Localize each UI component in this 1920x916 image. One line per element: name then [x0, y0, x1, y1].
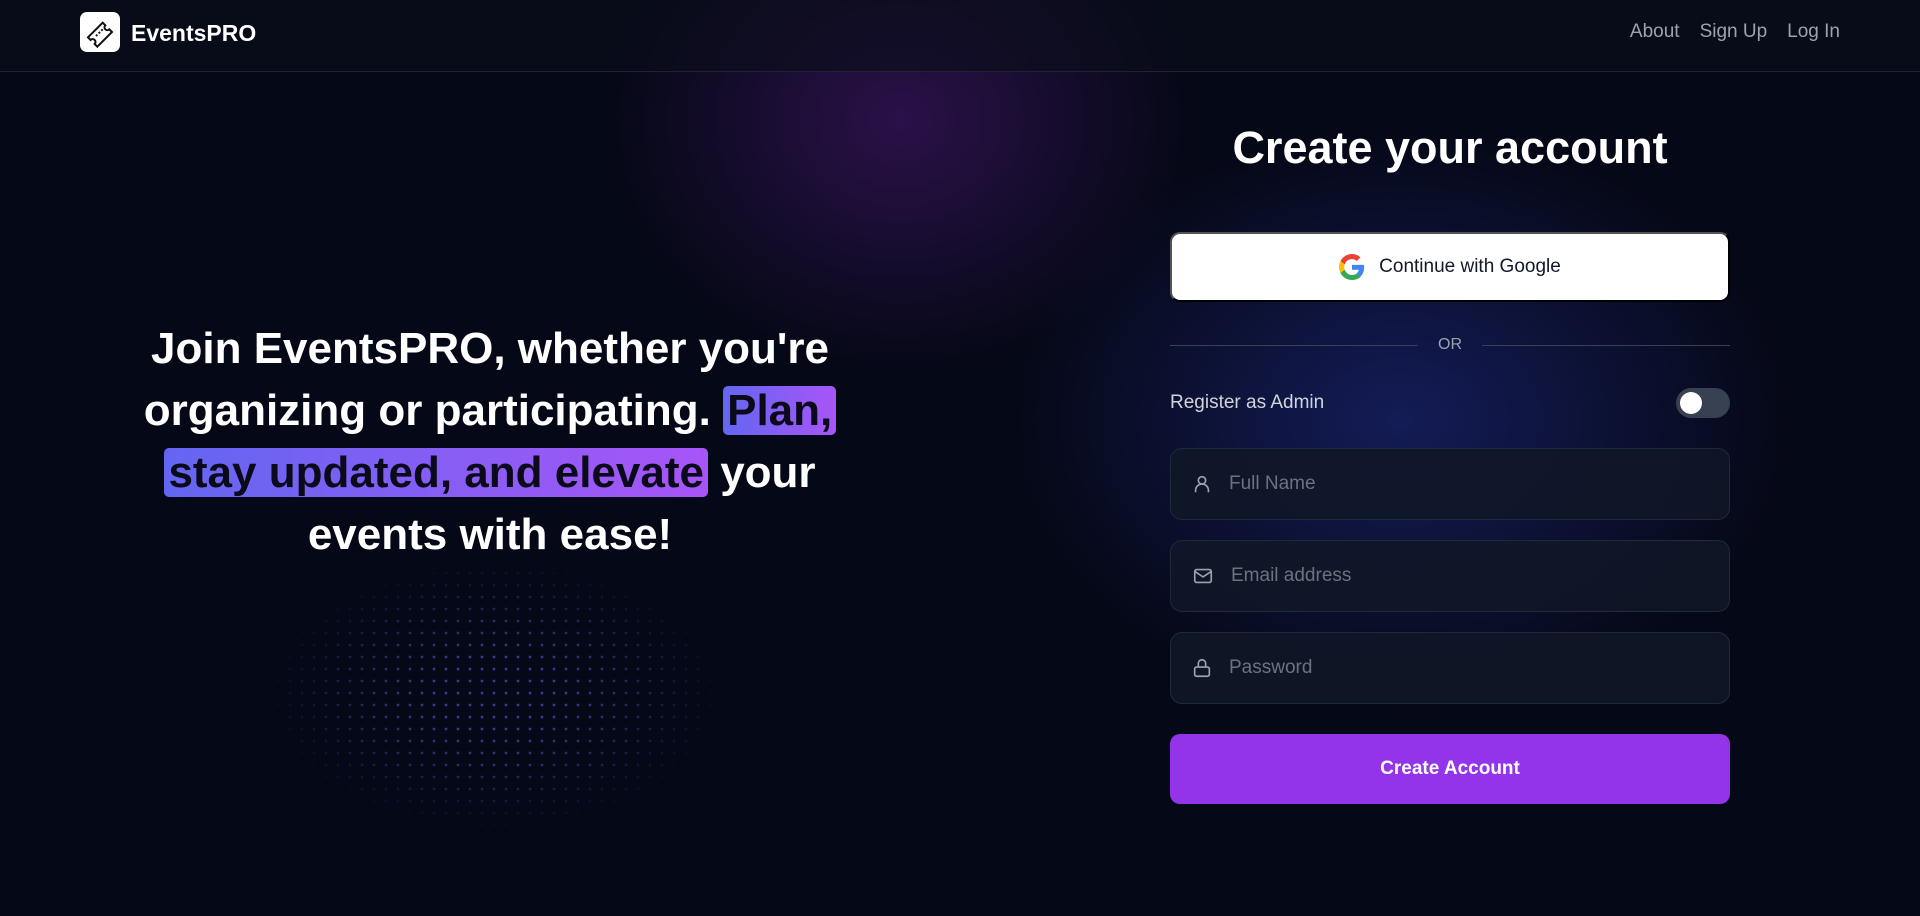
google-button-label: Continue with Google	[1379, 256, 1561, 277]
dot-grid-decoration	[260, 555, 730, 835]
ticket-logo-icon[interactable]	[80, 12, 120, 52]
register-admin-toggle[interactable]	[1676, 388, 1730, 418]
top-nav: EventsPRO About Sign Up Log In	[0, 0, 1920, 72]
email-input[interactable]	[1231, 565, 1711, 587]
or-divider: OR	[1170, 336, 1730, 354]
password-field	[1170, 632, 1730, 704]
google-signin-button[interactable]: Continue with Google	[1170, 232, 1730, 302]
register-admin-label: Register as Admin	[1170, 392, 1325, 413]
google-icon	[1339, 254, 1365, 280]
brand-name[interactable]: EventsPRO	[131, 20, 256, 47]
nav-about-link[interactable]: About	[1630, 21, 1680, 43]
lock-icon	[1193, 658, 1211, 678]
nav-login-link[interactable]: Log In	[1787, 21, 1840, 43]
full-name-field	[1170, 448, 1730, 520]
hero-headline: Join EventsPRO, whether you're organizin…	[120, 318, 860, 566]
email-field	[1170, 540, 1730, 612]
mail-icon	[1193, 568, 1213, 584]
user-icon	[1194, 475, 1210, 493]
full-name-input[interactable]	[1229, 473, 1709, 495]
or-label: OR	[1438, 336, 1462, 353]
nav-signup-link[interactable]: Sign Up	[1700, 21, 1768, 43]
form-title: Create your account	[1232, 122, 1668, 173]
password-input[interactable]	[1229, 657, 1709, 679]
create-account-button[interactable]: Create Account	[1170, 734, 1730, 804]
